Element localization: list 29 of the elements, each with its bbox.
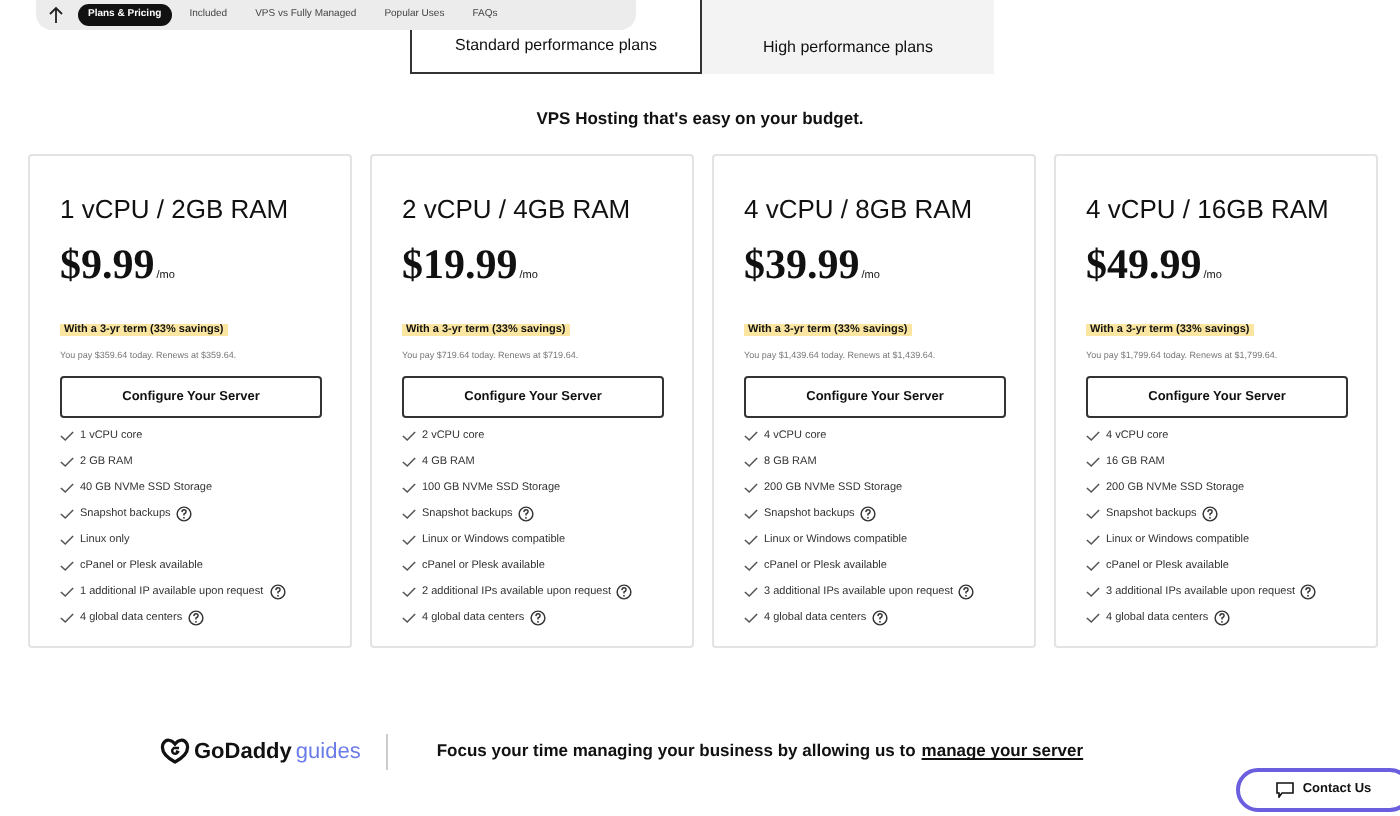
manage-server-link[interactable]: manage your server — [921, 738, 1084, 765]
price: $39.99 — [744, 242, 860, 287]
arrow-up-icon[interactable] — [48, 6, 64, 24]
brand-suffix: guides — [295, 737, 361, 767]
plan-name: 2 vCPU / 4GB RAM — [402, 191, 633, 228]
headline: VPS Hosting that's easy on your budget. — [534, 106, 866, 132]
price: $9.99 — [60, 242, 155, 287]
info-icon[interactable] — [1214, 610, 1231, 626]
info-icon[interactable] — [860, 506, 877, 522]
price: $19.99 — [402, 242, 518, 287]
logo-icon — [160, 738, 190, 765]
info-icon[interactable] — [269, 584, 286, 600]
brand-name: GoDaddy — [194, 737, 292, 767]
info-icon[interactable] — [176, 506, 193, 522]
info-icon[interactable] — [958, 584, 975, 600]
plan-name: 4 vCPU / 8GB RAM — [744, 191, 975, 228]
info-icon[interactable] — [616, 584, 633, 600]
footer-text: Focus your time managing your business by allowing us to — [436, 738, 916, 765]
info-icon[interactable] — [188, 610, 205, 626]
info-icon[interactable] — [1300, 584, 1317, 600]
plan-name: 4 vCPU / 16GB RAM — [1086, 191, 1331, 228]
plan-tab[interactable]: High performance plans — [702, 0, 994, 74]
chat-icon — [1276, 782, 1295, 798]
info-icon[interactable] — [530, 610, 547, 626]
info-icon[interactable] — [872, 610, 889, 626]
price: $49.99 — [1086, 242, 1202, 287]
plan-name: 1 vCPU / 2GB RAM — [60, 191, 291, 228]
info-icon[interactable] — [518, 506, 535, 522]
info-icon[interactable] — [1202, 506, 1219, 522]
